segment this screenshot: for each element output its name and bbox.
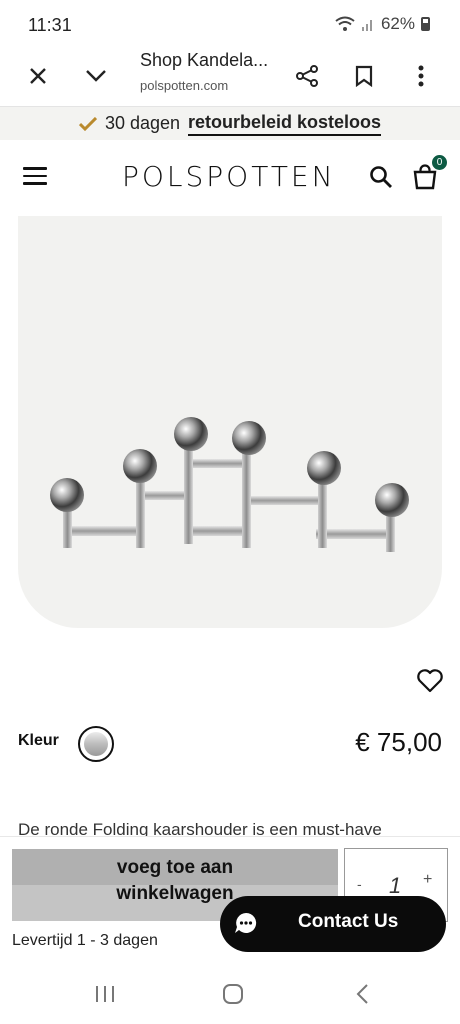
system-nav-bar [0, 966, 460, 1024]
promo-text: 30 dagen [104, 113, 181, 133]
product-description: De ronde Folding kaarshouder is een must… [18, 820, 382, 836]
status-time: 11:31 [28, 15, 72, 35]
chevron-down-icon[interactable] [76, 56, 116, 96]
status-right: 62% [335, 14, 430, 34]
search-icon[interactable] [368, 164, 394, 190]
color-swatch-silver[interactable] [78, 726, 114, 762]
browser-page-title[interactable]: Shop Kandela... [140, 50, 268, 71]
browser-url[interactable]: polspotten.com [140, 78, 228, 93]
more-vert-icon[interactable] [401, 56, 441, 96]
status-bar: 11:31 62% [0, 0, 460, 48]
promo-link[interactable]: retourbeleid kosteloos [188, 112, 382, 136]
wifi-icon [335, 16, 355, 31]
quantity-decrease[interactable]: - [357, 876, 362, 892]
site-header: POLSPOTTEN 0 [0, 140, 460, 216]
product-image[interactable] [18, 216, 442, 628]
product-price: € 75,00 [355, 727, 442, 757]
checkmark-icon [78, 116, 97, 131]
back-icon[interactable] [348, 982, 378, 1006]
share-icon[interactable] [287, 56, 327, 96]
battery-icon [421, 17, 430, 31]
delivery-time: Levertijd 1 - 3 dagen [12, 932, 158, 949]
color-label: Kleur [18, 732, 59, 749]
close-icon[interactable] [18, 56, 58, 96]
chat-icon [235, 912, 257, 933]
cart-count-badge: 0 [432, 155, 447, 170]
browser-toolbar: Shop Kandela... polspotten.com [0, 48, 460, 106]
bookmark-icon[interactable] [344, 56, 384, 96]
quantity-increase[interactable]: + [423, 871, 432, 889]
contact-us-button[interactable]: Contact Us [220, 896, 446, 952]
menu-icon[interactable] [23, 167, 47, 187]
home-icon[interactable] [218, 982, 248, 1006]
battery-percent: 62% [380, 14, 415, 33]
candle-holder-image [50, 417, 409, 552]
promo-banner: 30 dagen retourbeleid kosteloos [0, 106, 460, 140]
recent-apps-icon[interactable] [90, 982, 120, 1006]
signal-icon [361, 20, 372, 31]
contact-us-label: Contact Us [298, 911, 399, 932]
heart-icon[interactable] [416, 668, 444, 694]
cart-button[interactable]: 0 [412, 155, 447, 194]
logo[interactable]: POLSPOTTEN [122, 160, 336, 193]
